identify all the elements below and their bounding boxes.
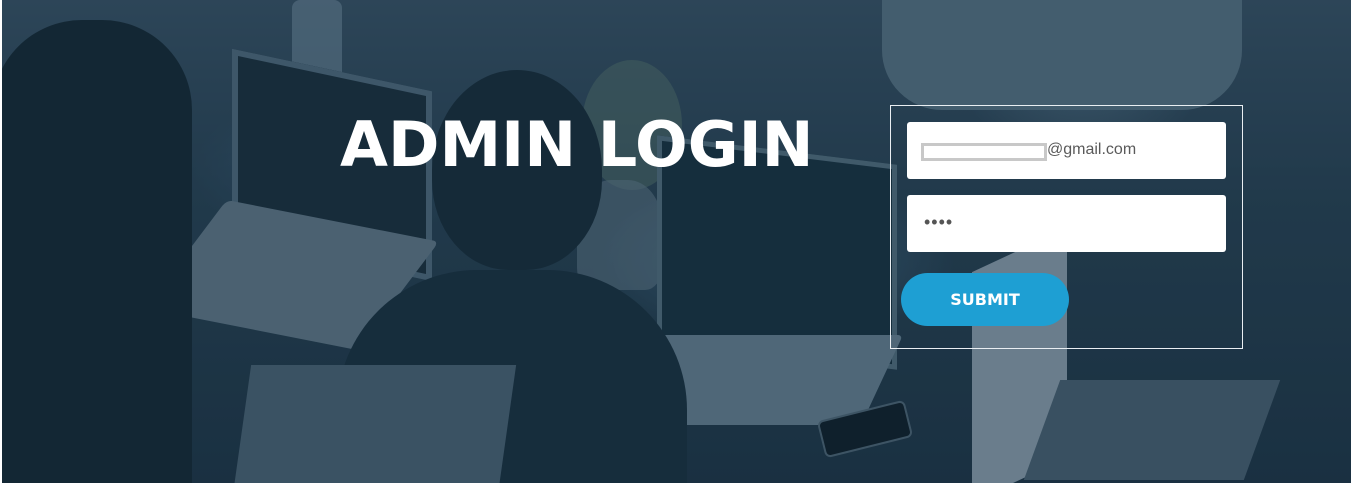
- email-suffix: @gmail.com: [1047, 141, 1137, 158]
- submit-button[interactable]: SUBMIT: [901, 273, 1069, 326]
- hero-background: ADMIN LOGIN @gmail.com •••• SUBMIT: [2, 0, 1351, 483]
- page-title: ADMIN LOGIN: [340, 108, 814, 181]
- email-redacted-part: [921, 143, 1047, 161]
- login-form: @gmail.com •••• SUBMIT: [890, 105, 1243, 349]
- password-field[interactable]: ••••: [907, 195, 1226, 252]
- email-field[interactable]: @gmail.com: [907, 122, 1226, 179]
- password-masked-value: ••••: [924, 212, 954, 232]
